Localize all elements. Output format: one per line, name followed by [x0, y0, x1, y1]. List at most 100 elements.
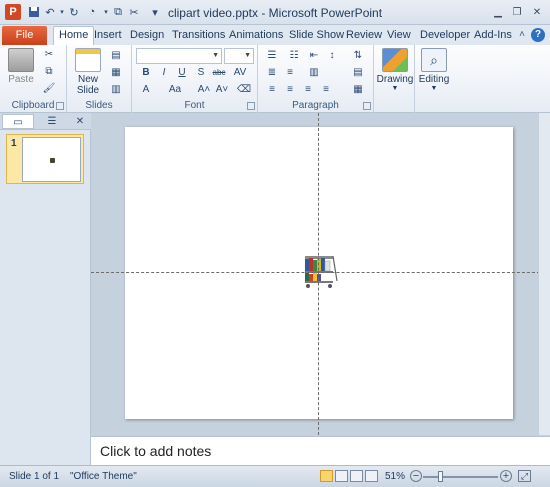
font-name-combo[interactable]: ▼	[136, 48, 222, 64]
paste-button[interactable]: Paste	[6, 48, 36, 85]
tab-home[interactable]: Home	[53, 26, 95, 46]
text-direction-icon[interactable]: ⇅	[350, 49, 366, 63]
paste-label: Paste	[8, 74, 34, 85]
tab-view[interactable]: View	[387, 28, 411, 45]
font-size-combo[interactable]: ▼	[224, 48, 254, 64]
columns-icon[interactable]: ▥	[306, 66, 322, 80]
tab-developer[interactable]: Developer	[420, 28, 470, 45]
change-case-icon[interactable]: Aa	[164, 83, 186, 97]
justify-left-icon[interactable]: ≡	[264, 83, 280, 97]
new-slide-icon	[75, 48, 101, 72]
horizontal-guide[interactable]	[91, 272, 550, 273]
clear-formatting-icon[interactable]: ⌫	[236, 83, 252, 97]
line-spacing-icon[interactable]: ↕	[324, 49, 340, 63]
normal-view-icon[interactable]	[320, 470, 333, 482]
slide-canvas[interactable]	[125, 127, 513, 419]
tab-review[interactable]: Review	[346, 28, 382, 45]
minimize-icon[interactable]: ▁	[489, 4, 507, 20]
paragraph-launcher-icon[interactable]	[363, 102, 371, 110]
ribbon-tabs: File Home Insert Design Transitions Anim…	[0, 25, 550, 46]
drawing-button[interactable]: Drawing ▼	[376, 48, 414, 92]
title-bar: P ↶ ▾ ↻ ◔ ▾ ⧉ ✂ ▾ clipart video.pptx - M…	[0, 0, 550, 25]
justify-right-icon[interactable]: ≡	[300, 83, 316, 97]
tab-transitions[interactable]: Transitions	[172, 28, 225, 45]
slide-thumbnail-row[interactable]: 1	[6, 134, 84, 184]
slide-thumbnail[interactable]	[22, 137, 81, 182]
tab-slide-show[interactable]: Slide Show	[289, 28, 344, 45]
zoom-in-icon[interactable]: +	[500, 470, 512, 482]
tab-insert[interactable]: Insert	[94, 28, 122, 45]
slide-show-icon[interactable]	[365, 470, 378, 482]
reading-view-icon[interactable]	[350, 470, 363, 482]
ribbon-home: Paste ✂ ⧉ 🖌 Clipboard New Slide ▤ ▦ ▥ Sl…	[0, 45, 550, 113]
panel-tabs: ▭ ☰ ✕	[0, 113, 91, 130]
editing-button[interactable]: ⌕ Editing ▼	[416, 48, 452, 92]
minimize-ribbon-icon[interactable]: ˄	[515, 28, 529, 42]
section-icon[interactable]: ▥	[108, 83, 124, 97]
font-launcher-icon[interactable]	[247, 102, 255, 110]
strikethrough-button[interactable]: abc	[211, 66, 227, 80]
close-panel-icon[interactable]: ✕	[72, 114, 88, 129]
bold-button[interactable]: B	[138, 66, 154, 80]
vertical-guide[interactable]	[318, 113, 319, 435]
tab-file[interactable]: File	[2, 26, 47, 45]
slide-number: 1	[11, 138, 17, 149]
char-spacing-icon[interactable]: AV	[232, 66, 248, 80]
new-slide-button[interactable]: New Slide	[71, 48, 105, 96]
notes-placeholder[interactable]: Click to add notes	[100, 443, 211, 459]
justify-icon[interactable]: ≡	[318, 83, 334, 97]
layout-icon[interactable]: ▤	[108, 49, 124, 63]
editing-icon: ⌕	[421, 48, 447, 72]
theme-status[interactable]: "Office Theme"	[70, 471, 137, 482]
align-text-icon[interactable]: ▤	[350, 66, 366, 80]
fit-to-window-icon[interactable]: ⤢	[518, 470, 531, 482]
clipboard-launcher-icon[interactable]	[56, 102, 64, 110]
chevron-down-icon: ▼	[391, 85, 399, 92]
slide-sorter-icon[interactable]	[335, 470, 348, 482]
grow-font-icon[interactable]: A˄	[196, 83, 212, 97]
new-slide-label-1: New	[77, 74, 98, 85]
notes-pane[interactable]: Click to add notes	[91, 436, 550, 465]
new-slide-label-2: Slide	[76, 85, 100, 96]
thumbnail-clipart-icon	[50, 158, 55, 163]
align-center-icon[interactable]: ≡	[282, 66, 298, 80]
decrease-indent-icon[interactable]: ⇤	[306, 49, 322, 63]
vertical-scrollbar[interactable]	[538, 113, 550, 435]
align-left-icon[interactable]: ≣	[264, 66, 280, 80]
bullets-icon[interactable]: ☰	[264, 49, 280, 63]
shadow-button[interactable]: S	[193, 66, 209, 80]
zoom-slider-thumb[interactable]	[438, 471, 443, 482]
close-icon[interactable]: ✕	[528, 4, 546, 20]
tab-animations[interactable]: Animations	[229, 28, 283, 45]
justify-center-icon[interactable]: ≡	[282, 83, 298, 97]
cut-icon[interactable]: ✂	[41, 48, 57, 62]
slide-editing-area[interactable]	[91, 113, 550, 435]
copy-icon[interactable]: ⧉	[41, 65, 57, 79]
group-drawing: Drawing ▼	[374, 45, 415, 113]
zoom-slider[interactable]	[423, 476, 498, 478]
italic-button[interactable]: I	[156, 66, 172, 80]
tab-slides-thumbnails[interactable]: ▭	[2, 114, 34, 129]
shrink-font-icon[interactable]: A˅	[214, 83, 230, 97]
slide-count-status: Slide 1 of 1	[9, 471, 60, 482]
help-icon[interactable]: ?	[531, 28, 545, 42]
group-font: ▼ ▼ B I U S abc AV A Aa A˄ A˅ ⌫ Font	[132, 45, 258, 113]
status-bar: Slide 1 of 1 "Office Theme" 51% − + ⤢	[0, 465, 550, 487]
reset-icon[interactable]: ▦	[108, 66, 124, 80]
chevron-down-icon: ▼	[212, 52, 219, 59]
editing-label: Editing	[418, 74, 450, 85]
zoom-out-icon[interactable]: −	[410, 470, 422, 482]
tab-add-ins[interactable]: Add-Ins	[474, 28, 512, 45]
slides-panel: ▭ ☰ ✕ 1	[0, 113, 91, 465]
font-color-icon[interactable]: A	[138, 83, 154, 97]
zoom-level[interactable]: 51%	[385, 471, 405, 482]
tab-outline[interactable]: ☰	[36, 114, 68, 129]
underline-button[interactable]: U	[174, 66, 190, 80]
numbering-icon[interactable]: ☷	[286, 49, 302, 63]
smartart-icon[interactable]: ▦	[350, 83, 366, 97]
clipart-cart-icon[interactable]	[299, 253, 339, 289]
tab-design[interactable]: Design	[130, 28, 164, 45]
chevron-down-icon: ▼	[430, 85, 438, 92]
restore-icon[interactable]: ❐	[508, 4, 526, 20]
format-painter-icon[interactable]: 🖌	[41, 82, 57, 96]
